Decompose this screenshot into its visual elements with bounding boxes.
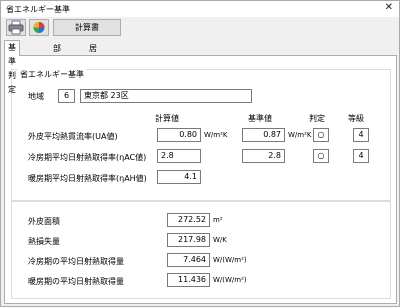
- color-circle-icon: [33, 22, 45, 33]
- region-name-field[interactable]: 東京都 23区: [80, 89, 252, 103]
- tab-room-floor-area[interactable]: 居室床面積: [85, 42, 101, 101]
- eta-ac-grade-field: 4: [353, 149, 369, 163]
- tab-standard-judgment[interactable]: 基準判定: [4, 40, 20, 94]
- toolbar: 計算書: [1, 17, 399, 39]
- region-label: 地域: [28, 92, 44, 101]
- title-bar: 省エネルギー基準 ✕: [1, 1, 399, 17]
- summary-label-heat-loss: 熱損失量: [28, 237, 60, 246]
- close-icon[interactable]: ✕: [385, 2, 393, 13]
- summary-value-heat-loss[interactable]: 217.98: [167, 233, 210, 247]
- eta-ac-base-field[interactable]: 2.8: [242, 149, 285, 163]
- summary-unit-cooling-gain: W/(W/m²): [213, 256, 247, 264]
- ua-judge-field: ○: [313, 128, 329, 142]
- print-button[interactable]: [6, 19, 26, 36]
- eta-ac-label: 冷房期平均日射熱取得率(ηAC値): [28, 153, 147, 162]
- color-button[interactable]: [29, 19, 49, 36]
- tab-by-part[interactable]: 部位別: [49, 42, 65, 77]
- calc-report-button[interactable]: 計算書: [53, 19, 121, 36]
- column-calc: 計算値: [155, 114, 179, 123]
- ua-base-unit: W/m²K: [288, 131, 312, 139]
- ua-base-field[interactable]: 0.87: [242, 128, 285, 142]
- energy-standard-group: 省エネルギー基準 地域 6 東京都 23区 計算値 基準値 判定 等級 外皮平均…: [11, 69, 391, 201]
- summary-label-cooling-gain: 冷房期の平均日射熱取得量: [28, 257, 124, 266]
- summary-value-cooling-gain[interactable]: 7.464: [167, 253, 210, 267]
- eta-ac-judge-field: ○: [313, 149, 329, 163]
- ua-calc-unit: W/m²K: [204, 131, 228, 139]
- app-window: 省エネルギー基準 ✕ 計算書 基準判定 部位別 居室床面積 省エネルギー: [0, 0, 400, 307]
- column-grade: 等級: [348, 114, 364, 123]
- column-judge: 判定: [309, 114, 325, 123]
- summary-unit-area: m²: [213, 216, 223, 224]
- ua-grade-field: 4: [353, 128, 369, 142]
- region-number-field[interactable]: 6: [58, 89, 75, 103]
- summary-unit-heat-loss: W/K: [213, 236, 227, 244]
- column-base: 基準値: [248, 114, 272, 123]
- summary-group: 外皮面積 272.52 m² 熱損失量 217.98 W/K 冷房期の平均日射熱…: [11, 201, 391, 299]
- printer-icon: [8, 20, 24, 35]
- group-title: 省エネルギー基準: [18, 69, 86, 80]
- summary-unit-heating-gain: W/(W/m²): [213, 276, 247, 284]
- summary-value-area[interactable]: 272.52: [167, 213, 210, 227]
- summary-value-heating-gain[interactable]: 11.436: [167, 273, 210, 287]
- summary-label-heating-gain: 暖房期の平均日射熱取得量: [28, 277, 124, 286]
- ua-calc-field[interactable]: 0.80: [157, 128, 201, 142]
- ua-label: 外皮平均熱貫流率(UA値): [28, 132, 118, 141]
- window-title: 省エネルギー基準: [6, 5, 70, 14]
- summary-label-area: 外皮面積: [28, 217, 60, 226]
- eta-ah-label: 暖房期平均日射熱取得率(ηAH値): [28, 174, 147, 183]
- tab-panel: 省エネルギー基準 地域 6 東京都 23区 計算値 基準値 判定 等級 外皮平均…: [4, 55, 397, 304]
- eta-ah-calc-field[interactable]: 4.1: [157, 170, 201, 184]
- eta-ac-calc-field[interactable]: 2.8: [157, 149, 201, 163]
